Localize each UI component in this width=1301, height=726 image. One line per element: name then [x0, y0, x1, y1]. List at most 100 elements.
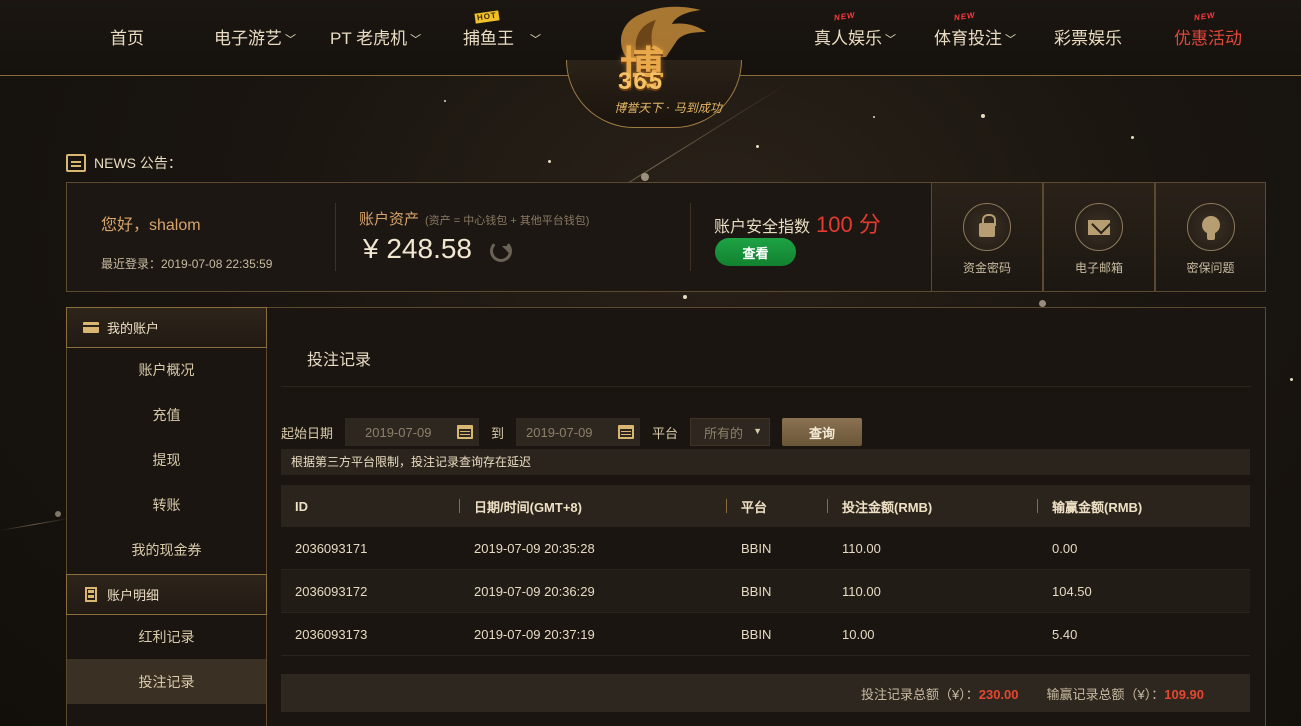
asset-label: 账户资产 (资产 = 中心钱包 + 其他平台钱包) [359, 208, 589, 229]
cell-platform: BBIN [741, 583, 772, 599]
nav-label: 真人娱乐 [814, 29, 882, 48]
to-label: 到 [491, 425, 505, 441]
nav-electronic-games[interactable]: 电子游艺 ﹀ [214, 24, 296, 49]
logo-number: 365 [618, 68, 665, 95]
site-logo[interactable]: 博 365 博誉天下 · 马到成功 [598, 2, 738, 120]
fund-password-circle [963, 203, 1011, 251]
header-separator [726, 499, 727, 513]
card-icon [83, 322, 99, 333]
nav-pt-slots[interactable]: PT 老虎机 ﹀ [330, 24, 421, 49]
win-total-label: 输赢记录总额（¥）： [1046, 686, 1165, 702]
cell-win-amount: 104.50 [1052, 583, 1092, 599]
sidebar-item-transfer[interactable]: 转账 [67, 482, 266, 527]
cell-bet-amount: 110.00 [842, 583, 881, 599]
chevron-down-icon: ﹀ [530, 34, 541, 46]
nav-live-casino[interactable]: NEW 真人娱乐 ﹀ [814, 11, 896, 49]
new-badge: NEW [833, 10, 857, 23]
bet-total-value: 230.00 [978, 686, 1019, 702]
divider [690, 203, 691, 271]
mail-icon [1088, 219, 1110, 235]
nav-sports[interactable]: NEW 体育投注 ﹀ [934, 11, 1016, 49]
cell-platform: BBIN [741, 540, 772, 556]
email-label: 电子邮箱 [1074, 261, 1123, 275]
security-label: 账户安全指数 100 分 [714, 207, 881, 239]
header-separator [1037, 499, 1038, 513]
sidebar-item-bonus-records[interactable]: 红利记录 [67, 614, 266, 659]
nav-label: 首页 [110, 29, 144, 48]
divider [281, 386, 1251, 387]
sidebar-group-title: 账户明细 [107, 588, 160, 603]
nav-label: 电子游艺 [214, 29, 282, 48]
start-date-input[interactable]: 2019-07-09 [345, 418, 480, 446]
cell-datetime: 2019-07-09 20:36:29 [474, 583, 595, 599]
bet-total: 投注记录总额（¥）：230.00 [861, 684, 1019, 703]
sidebar-item-bet-records[interactable]: 投注记录 [67, 659, 266, 704]
news-label: NEWS 公告： [94, 155, 182, 171]
security-question-circle [1186, 203, 1235, 251]
refresh-icon[interactable] [490, 240, 512, 262]
win-total: 输赢记录总额（¥）：109.90 [1047, 684, 1205, 703]
sidebar: 我的账户 账户概况 充值 提现 转账 我的现金券 账户明细 红利记录 投注记录 [66, 307, 267, 726]
header-id: ID [295, 498, 308, 514]
table-row: 2036093173 2019-07-09 20:37:19 BBIN 10.0… [281, 613, 1250, 656]
account-info-bar: 您好，shalom 最近登录：2019-07-08 22:35:59 账户资产 (… [66, 182, 1266, 292]
cell-id: 2036093172 [295, 583, 368, 599]
bulb-icon [1201, 216, 1220, 240]
security-title: 账户安全指数 [714, 219, 811, 236]
nav-promotions[interactable]: NEW 优惠活动 [1174, 11, 1242, 49]
nav-label: PT 老虎机 [330, 29, 408, 48]
chevron-down-icon: ﹀ [885, 34, 896, 46]
dropdown-arrow-icon: ▼ [753, 426, 763, 436]
page-title: 投注记录 [307, 352, 372, 369]
cell-datetime: 2019-07-09 20:37:19 [474, 626, 595, 642]
cell-platform: BBIN [741, 626, 772, 642]
sidebar-item-overview[interactable]: 账户概况 [67, 347, 266, 392]
delay-notice: 根据第三方平台限制，投注记录查询存在延迟 [281, 449, 1250, 475]
sidebar-item-deposit[interactable]: 充值 [67, 392, 266, 437]
calendar-icon[interactable] [618, 425, 635, 439]
query-button[interactable]: 查询 [782, 418, 863, 446]
header-platform: 平台 [741, 499, 768, 515]
nav-label: 优惠活动 [1174, 29, 1242, 48]
cell-win-amount: 5.40 [1052, 626, 1078, 642]
chevron-down-icon: ﹀ [285, 34, 296, 46]
cell-id: 2036093171 [295, 540, 368, 556]
new-badge: NEW [1193, 10, 1217, 23]
news-bar: NEWS 公告： [66, 153, 182, 173]
sidebar-item-withdraw[interactable]: 提现 [67, 437, 266, 482]
table-row: 2036093171 2019-07-09 20:35:28 BBIN 110.… [281, 527, 1250, 570]
cell-bet-amount: 10.00 [842, 626, 875, 642]
sidebar-item-coupons[interactable]: 我的现金券 [67, 527, 266, 572]
news-icon [66, 154, 86, 172]
calendar-icon[interactable] [457, 425, 474, 439]
header-separator [827, 499, 828, 513]
end-date-input[interactable]: 2019-07-09 [516, 418, 641, 446]
nav-fishing[interactable]: HOT 捕鱼王 ﹀ [463, 10, 541, 49]
platform-select[interactable]: 所有的 ▼ [690, 418, 771, 446]
fund-password-box[interactable]: 资金密码 [931, 182, 1043, 292]
lock-icon [979, 214, 996, 237]
nav-label: 彩票娱乐 [1054, 29, 1122, 48]
email-box[interactable]: 电子邮箱 [1043, 182, 1155, 292]
email-circle [1075, 203, 1123, 251]
cell-id: 2036093173 [295, 626, 368, 642]
bet-total-label: 投注记录总额（¥）： [861, 686, 979, 702]
greeting: 您好，shalom [101, 217, 201, 234]
start-date-value: 2019-07-09 [365, 424, 432, 440]
platform-value: 所有的 [704, 425, 744, 441]
nav-lottery[interactable]: 彩票娱乐 [1054, 24, 1122, 49]
check-security-button[interactable]: 查看 [715, 238, 796, 266]
cell-bet-amount: 110.00 [842, 540, 881, 556]
security-question-box[interactable]: 密保问题 [1155, 182, 1266, 292]
last-login: 最近登录：2019-07-08 22:35:59 [101, 257, 273, 271]
header-win-amount: 输赢金额(RMB) [1052, 499, 1143, 515]
nav-label: 体育投注 [934, 29, 1002, 48]
win-total-value: 109.90 [1164, 686, 1204, 702]
security-score: 100 分 [816, 212, 881, 237]
new-badge: NEW [953, 10, 977, 23]
sidebar-group-my-account[interactable]: 我的账户 [66, 307, 267, 348]
hot-badge: HOT [474, 10, 500, 24]
sidebar-group-account-details[interactable]: 账户明细 [66, 574, 267, 615]
bet-records-table: ID 日期/时间(GMT+8) 平台 投注金额(RMB) 输赢金额(RMB) 2… [281, 485, 1250, 656]
nav-home[interactable]: 首页 [110, 24, 144, 49]
